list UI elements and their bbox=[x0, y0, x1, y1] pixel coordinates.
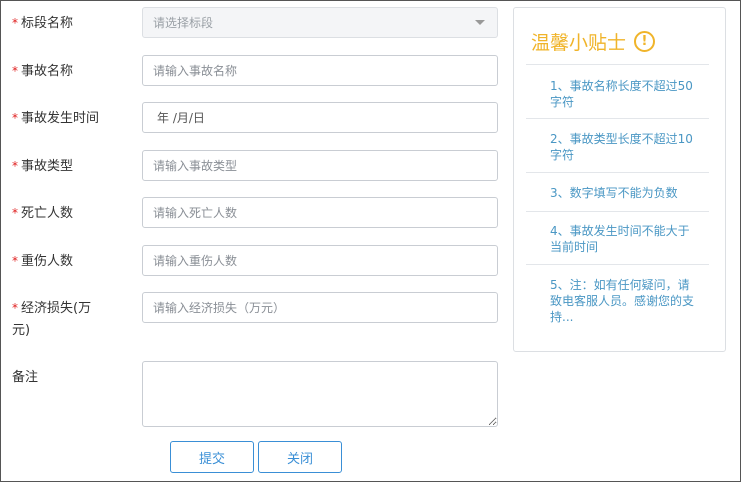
accident-type-label: * 事故类型 bbox=[12, 155, 132, 178]
remark-label-text: 备注 bbox=[12, 370, 39, 385]
deaths-input[interactable] bbox=[142, 197, 498, 228]
tip-divider bbox=[526, 118, 709, 119]
tips-panel: 温馨小贴士 ! 1、事故名称长度不超过50字符 2、事故类型长度不超过10字符 … bbox=[513, 7, 726, 352]
tip-divider bbox=[526, 172, 709, 173]
date-input-value: 年 /月/日 bbox=[157, 111, 205, 125]
required-mark: * bbox=[12, 16, 18, 30]
injuries-input[interactable] bbox=[142, 245, 498, 276]
required-mark: * bbox=[12, 159, 18, 173]
tip-divider bbox=[526, 264, 709, 265]
remark-textarea[interactable] bbox=[142, 361, 498, 427]
accident-name-input[interactable] bbox=[142, 55, 498, 86]
accident-name-label-text: 事故名称 bbox=[21, 64, 74, 79]
required-mark: * bbox=[12, 206, 18, 220]
tip-divider bbox=[526, 211, 709, 212]
accident-type-label-text: 事故类型 bbox=[21, 159, 74, 174]
required-mark: * bbox=[12, 64, 18, 78]
loss-input[interactable] bbox=[142, 292, 498, 323]
close-button[interactable]: 关闭 bbox=[258, 441, 342, 473]
submit-button[interactable]: 提交 bbox=[170, 441, 254, 473]
tips-title: 温馨小贴士 ! bbox=[531, 28, 656, 55]
tip-item: 2、事故类型长度不超过10字符 bbox=[550, 132, 693, 162]
tip-item: 1、事故名称长度不超过50字符 bbox=[550, 79, 693, 109]
section-label: * 标段名称 bbox=[12, 12, 132, 35]
accident-time-label: * 事故发生时间 bbox=[12, 107, 132, 130]
loss-label: * 经济损失(万 元) bbox=[12, 297, 132, 342]
section-select[interactable]: 请选择标段 bbox=[142, 7, 498, 38]
deaths-label-text: 死亡人数 bbox=[21, 206, 74, 221]
tips-divider bbox=[526, 64, 709, 65]
required-mark: * bbox=[12, 254, 18, 268]
accident-time-label-text: 事故发生时间 bbox=[21, 111, 100, 126]
injuries-label-text: 重伤人数 bbox=[21, 254, 74, 269]
deaths-label: * 死亡人数 bbox=[12, 202, 132, 225]
loss-label-line2: 元) bbox=[12, 323, 31, 338]
tips-title-text: 温馨小贴士 bbox=[531, 32, 627, 54]
accident-name-label: * 事故名称 bbox=[12, 60, 132, 83]
exclamation-circle-icon: ! bbox=[634, 31, 656, 52]
required-mark: * bbox=[12, 111, 18, 125]
injuries-label: * 重伤人数 bbox=[12, 250, 132, 273]
chevron-down-icon bbox=[475, 20, 485, 25]
required-mark: * bbox=[12, 301, 18, 315]
tip-item: 3、数字填写不能为负数 bbox=[550, 186, 678, 200]
tip-item: 5、注：如有任何疑问，请致电客服人员。感谢您的支持... bbox=[550, 278, 695, 324]
accident-type-input[interactable] bbox=[142, 150, 498, 181]
section-label-text: 标段名称 bbox=[21, 16, 74, 31]
section-select-placeholder: 请选择标段 bbox=[153, 16, 214, 30]
tip-item: 4、事故发生时间不能大于当前时间 bbox=[550, 224, 690, 254]
accident-time-date-input[interactable]: 年 /月/日 bbox=[142, 102, 498, 133]
loss-label-line1: 经济损失(万 bbox=[21, 301, 92, 316]
remark-label: 备注 bbox=[12, 367, 132, 389]
